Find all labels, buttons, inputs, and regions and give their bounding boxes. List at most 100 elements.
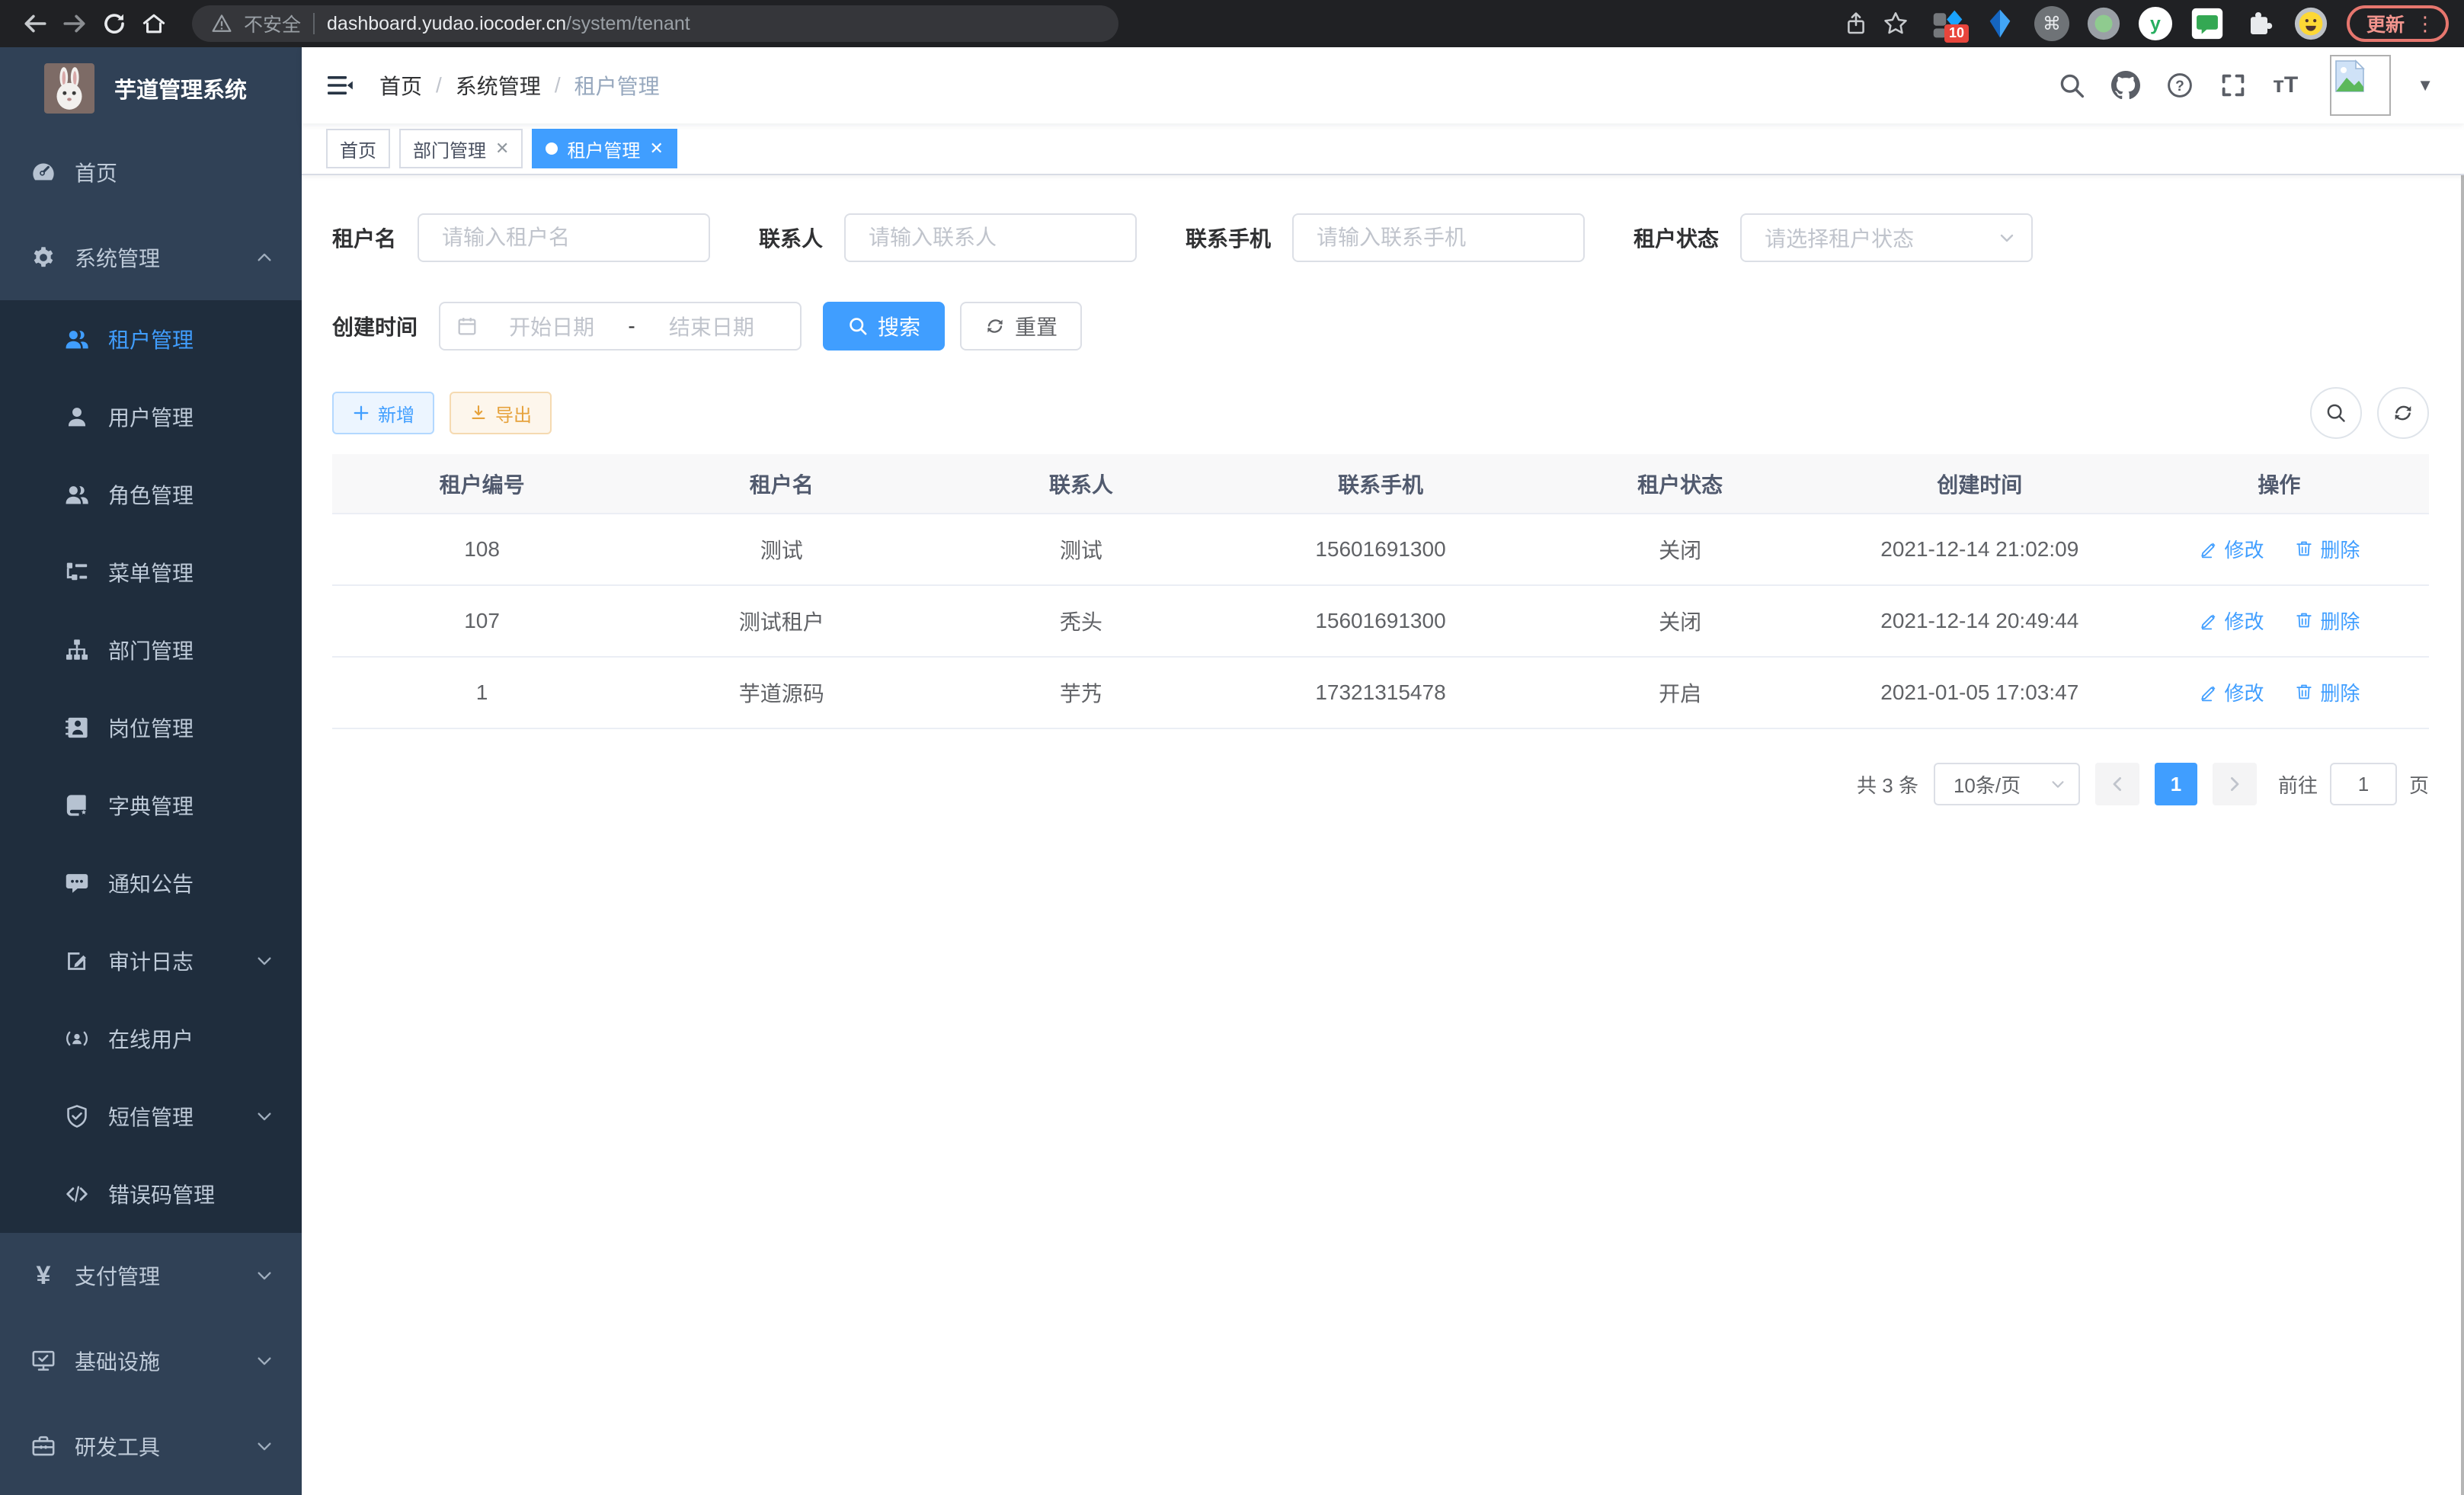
browser-update-button[interactable]: 更新 ⋮ (2347, 5, 2449, 42)
delete-link[interactable]: 删除 (2294, 607, 2360, 635)
tab-dept[interactable]: 部门管理 ✕ (399, 129, 523, 168)
status-select[interactable]: 请选择租户状态 (1740, 213, 2033, 262)
sidebar-item-system[interactable]: 系统管理 (0, 215, 302, 300)
chevron-up-icon (256, 249, 273, 266)
close-icon[interactable]: ✕ (649, 140, 663, 157)
date-range-picker[interactable]: 开始日期 - 结束日期 (439, 302, 802, 351)
breadcrumb-home[interactable]: 首页 (379, 70, 422, 101)
page-url[interactable]: dashboard.yudao.iocoder.cn/system/tenant (327, 13, 690, 35)
cell-contact: 芋艿 (931, 657, 1230, 728)
yen-icon: ¥ (30, 1263, 56, 1289)
reset-button[interactable]: 重置 (960, 302, 1082, 351)
github-icon[interactable] (2111, 71, 2140, 100)
delete-link[interactable]: 删除 (2294, 678, 2360, 706)
delete-link[interactable]: 删除 (2294, 535, 2360, 563)
add-button[interactable]: 新增 (332, 392, 434, 434)
prev-page-button[interactable] (2095, 763, 2139, 805)
reload-icon[interactable] (94, 4, 134, 43)
next-page-button[interactable] (2213, 763, 2257, 805)
close-icon[interactable]: ✕ (495, 140, 509, 157)
extension-tabs-icon[interactable]: 10 (1931, 6, 1966, 41)
cell-created: 2021-12-14 21:02:09 (1830, 514, 2130, 585)
page-number-1[interactable]: 1 (2155, 763, 2197, 805)
sidebar-item-sms[interactable]: 短信管理 (0, 1077, 302, 1155)
cell-status: 开启 (1531, 657, 1830, 728)
extension-emoji-icon[interactable] (2293, 6, 2328, 41)
security-warning-icon[interactable] (212, 14, 232, 34)
refresh-table-button[interactable] (2377, 387, 2429, 439)
sidebar-item-error-code[interactable]: 错误码管理 (0, 1155, 302, 1233)
sidebar-item-online-users[interactable]: 在线用户 (0, 1000, 302, 1077)
security-label[interactable]: 不安全 (244, 10, 301, 37)
extension-y-icon[interactable]: y (2138, 6, 2173, 41)
sidebar-item-user[interactable]: 用户管理 (0, 378, 302, 456)
extensions-puzzle-icon[interactable] (2242, 6, 2277, 41)
url-divider (313, 13, 315, 34)
export-button[interactable]: 导出 (450, 392, 552, 434)
toggle-search-button[interactable] (2310, 387, 2362, 439)
sidebar-item-dict[interactable]: 字典管理 (0, 767, 302, 844)
sidebar-item-payment[interactable]: ¥ 支付管理 (0, 1233, 302, 1318)
start-date-placeholder[interactable]: 开始日期 (478, 311, 625, 341)
cell-actions: 修改 删除 (2130, 514, 2429, 585)
home-icon[interactable] (134, 4, 174, 43)
edit-link[interactable]: 修改 (2199, 678, 2264, 706)
page-content: 租户名 联系人 联系手机 租户状态 请选择租户状态 (302, 175, 2464, 1495)
header-search-icon[interactable] (2058, 72, 2085, 99)
extension-command-icon[interactable]: ⌘ (2034, 6, 2069, 41)
tenant-table: 租户编号 租户名 联系人 联系手机 租户状态 创建时间 操作 108 测试 (332, 454, 2429, 729)
tab-label: 首页 (340, 136, 376, 162)
font-size-icon[interactable]: тT (2273, 72, 2298, 98)
sidebar-item-dev-tools[interactable]: 研发工具 (0, 1404, 302, 1489)
sidebar-item-menu-mgmt[interactable]: 菜单管理 (0, 533, 302, 611)
sidebar-item-tenant[interactable]: 租户管理 (0, 300, 302, 378)
end-date-placeholder[interactable]: 结束日期 (638, 311, 785, 341)
page-size-value: 10条/页 (1954, 770, 2021, 799)
sidebar-item-label: 首页 (75, 157, 117, 187)
chevron-down-icon (256, 1353, 273, 1369)
edit-link[interactable]: 修改 (2199, 607, 2264, 635)
forward-icon[interactable] (55, 4, 94, 43)
extension-kite-icon[interactable] (1982, 6, 2018, 41)
help-icon[interactable]: ? (2166, 72, 2194, 99)
extension-dot-icon[interactable] (2086, 6, 2121, 41)
sidebar-item-audit-log[interactable]: 审计日志 (0, 922, 302, 1000)
users-icon (64, 482, 90, 507)
tenant-name-input[interactable] (418, 213, 710, 262)
sidebar-item-label: 通知公告 (108, 868, 194, 898)
address-bar[interactable]: 不安全 dashboard.yudao.iocoder.cn/system/te… (192, 5, 1118, 42)
filter-label: 联系手机 (1186, 222, 1271, 253)
share-icon[interactable] (1836, 4, 1876, 43)
sidebar-item-notice[interactable]: 通知公告 (0, 844, 302, 922)
extension-chat-icon[interactable] (2190, 6, 2225, 41)
browser-menu-icon[interactable]: ⋮ (2415, 12, 2435, 36)
goto-page-input[interactable] (2330, 763, 2397, 805)
bookmark-star-icon[interactable] (1876, 4, 1915, 43)
tab-home[interactable]: 首页 (326, 129, 390, 168)
fullscreen-icon[interactable] (2219, 72, 2247, 99)
table-header-row: 租户编号 租户名 联系人 联系手机 租户状态 创建时间 操作 (332, 454, 2429, 514)
back-icon[interactable] (15, 4, 55, 43)
sidebar-item-label: 研发工具 (75, 1431, 160, 1461)
chevron-down-icon (256, 952, 273, 969)
svg-text:?: ? (2175, 78, 2184, 94)
cell-mobile: 15601691300 (1230, 585, 1530, 657)
page-size-select[interactable]: 10条/页 (1934, 763, 2080, 805)
tab-label: 租户管理 (567, 136, 640, 162)
chevron-down-icon (1998, 229, 2016, 247)
avatar[interactable] (2330, 55, 2391, 116)
tab-tenant[interactable]: 租户管理 ✕ (532, 129, 677, 168)
sidebar-item-dept[interactable]: 部门管理 (0, 611, 302, 689)
caret-down-icon[interactable]: ▼ (2417, 75, 2434, 95)
sidebar-item-home[interactable]: 首页 (0, 130, 302, 215)
contact-input[interactable] (844, 213, 1137, 262)
sidebar-item-infra[interactable]: 基础设施 (0, 1318, 302, 1404)
app-logo-row[interactable]: 芋道管理系统 (0, 47, 302, 130)
edit-link[interactable]: 修改 (2199, 535, 2264, 563)
mobile-input[interactable] (1292, 213, 1585, 262)
sidebar-item-role[interactable]: 角色管理 (0, 456, 302, 533)
sidebar-item-post[interactable]: 岗位管理 (0, 689, 302, 767)
search-button[interactable]: 搜索 (823, 302, 945, 351)
cell-mobile: 15601691300 (1230, 514, 1530, 585)
sidebar-toggle-icon[interactable] (325, 70, 355, 101)
